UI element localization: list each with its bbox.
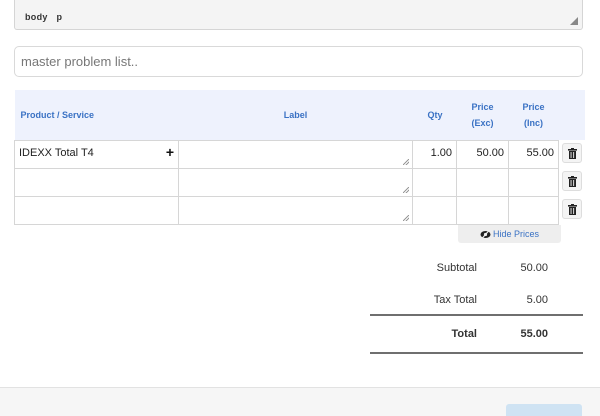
totals-panel: Subtotal 50.00 Tax Total 5.00 Total 55.0… [370, 252, 583, 354]
column-header-price-inc: Price (Inc) [508, 90, 559, 140]
price-inc-cell[interactable] [508, 195, 559, 225]
delete-row-button[interactable] [561, 170, 582, 191]
table-row [14, 167, 585, 197]
column-header-product: Product / Service [14, 90, 179, 140]
resize-grip-icon[interactable] [403, 186, 409, 193]
trash-icon [567, 175, 577, 187]
editor-resize-handle[interactable] [570, 17, 578, 25]
path-item-p[interactable]: p [57, 12, 63, 22]
price-inc-cell[interactable] [508, 167, 559, 197]
product-value[interactable] [15, 197, 178, 209]
price-exc-value[interactable] [457, 197, 508, 209]
hide-prices-button[interactable]: Hide Prices [458, 225, 561, 243]
total-value: 55.00 [520, 328, 548, 340]
price-exc-cell[interactable] [456, 195, 509, 225]
qty-value[interactable]: 1.00 [413, 141, 456, 165]
product-value[interactable] [15, 169, 178, 181]
qty-value[interactable] [413, 197, 456, 209]
save-button[interactable] [506, 404, 582, 416]
delete-row-button[interactable] [561, 198, 582, 219]
totals-bottom-rule [370, 352, 583, 354]
path-item-body[interactable]: body [25, 12, 48, 22]
element-path: body p [25, 12, 68, 22]
price-inc-line1: Price [522, 101, 545, 112]
column-header-label: Label [178, 90, 413, 140]
resize-grip-icon[interactable] [403, 214, 409, 221]
problem-list-input[interactable] [14, 46, 583, 77]
price-exc-value[interactable] [457, 169, 508, 181]
label-cell[interactable] [178, 167, 413, 197]
resize-grip-icon[interactable] [403, 158, 409, 165]
label-cell[interactable] [178, 139, 413, 169]
table-row [14, 195, 585, 225]
product-cell[interactable] [14, 167, 179, 197]
price-inc-cell[interactable]: 55.00 [508, 139, 559, 169]
total-label: Total [451, 328, 477, 340]
total-row: Total 55.00 [370, 316, 583, 348]
price-exc-line1: Price [471, 101, 494, 112]
subtotal-row: Subtotal 50.00 [370, 252, 583, 284]
qty-cell[interactable] [412, 195, 457, 225]
line-items-table: Product / Service Label Qty Price (Exc) … [14, 90, 585, 225]
column-header-actions [558, 90, 585, 140]
actions-cell [558, 168, 585, 196]
delete-row-button[interactable] [561, 142, 582, 163]
product-value[interactable]: IDEXX Total T4 [15, 141, 178, 165]
editor-status-bar: body p [14, 0, 583, 30]
label-value[interactable] [179, 141, 412, 153]
tax-value: 5.00 [526, 294, 548, 306]
price-exc-cell[interactable] [456, 167, 509, 197]
price-inc-value[interactable] [509, 169, 558, 181]
hide-prices-label: Hide Prices [492, 229, 539, 239]
tax-row: Tax Total 5.00 [370, 284, 583, 316]
tax-label: Tax Total [433, 294, 477, 306]
label-value[interactable] [179, 197, 412, 209]
subtotal-value: 50.00 [520, 262, 548, 274]
table-header-row: Product / Service Label Qty Price (Exc) … [14, 90, 585, 140]
modal-footer [0, 387, 600, 416]
column-header-price-exc: Price (Exc) [456, 90, 509, 140]
price-exc-cell[interactable]: 50.00 [456, 139, 509, 169]
column-header-qty: Qty [412, 90, 457, 140]
subtotal-label: Subtotal [436, 262, 477, 274]
table-row: IDEXX Total T4 + 1.00 50.00 55.00 [14, 139, 585, 169]
trash-icon [567, 147, 577, 159]
qty-cell[interactable]: 1.00 [412, 139, 457, 169]
trash-icon [567, 203, 577, 215]
price-inc-line2: (Inc) [524, 117, 543, 128]
product-cell[interactable] [14, 195, 179, 225]
label-value[interactable] [179, 169, 412, 181]
plus-icon[interactable]: + [166, 145, 174, 159]
label-cell[interactable] [178, 195, 413, 225]
product-cell[interactable]: IDEXX Total T4 + [14, 139, 179, 169]
actions-cell [558, 196, 585, 224]
price-exc-value[interactable]: 50.00 [457, 141, 508, 165]
eye-slash-icon [480, 230, 491, 240]
qty-value[interactable] [413, 169, 456, 181]
price-exc-line2: (Exc) [471, 117, 494, 128]
actions-cell [558, 140, 585, 168]
price-inc-value[interactable]: 55.00 [509, 141, 558, 165]
price-inc-value[interactable] [509, 197, 558, 209]
qty-cell[interactable] [412, 167, 457, 197]
